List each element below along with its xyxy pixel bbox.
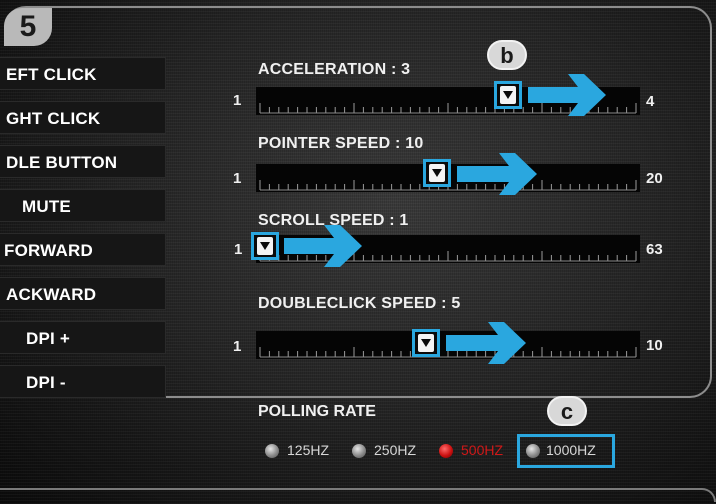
- arrow-right-icon: [457, 153, 537, 195]
- arrow-right-icon: [446, 322, 526, 364]
- button-left-click[interactable]: EFT CLICK: [0, 57, 166, 90]
- panel-frame-lower: [0, 488, 716, 502]
- radio-125hz[interactable]: [265, 444, 279, 458]
- acceleration-slider-thumb[interactable]: [494, 81, 522, 109]
- button-dpi-minus[interactable]: DPI -: [0, 365, 166, 398]
- doubleclick-speed-slider-thumb[interactable]: [412, 329, 440, 357]
- acceleration-max: 4: [646, 93, 655, 110]
- button-forward[interactable]: FORWARD: [0, 233, 166, 266]
- annotation-marker-b: b: [487, 40, 527, 70]
- button-backward[interactable]: ACKWARD: [0, 277, 166, 310]
- button-right-click[interactable]: GHT CLICK: [0, 101, 166, 134]
- pointer-speed-min: 1: [233, 170, 242, 187]
- doubleclick-speed-label: DOUBLECLICK SPEED : 5: [258, 295, 461, 312]
- doubleclick-speed-min: 1: [233, 338, 242, 355]
- pointer-speed-label: POINTER SPEED : 10: [258, 135, 424, 152]
- acceleration-label: ACCELERATION : 3: [258, 61, 411, 78]
- scroll-speed-max: 63: [646, 241, 663, 258]
- arrow-right-icon: [528, 74, 606, 116]
- radio-500hz-label: 500HZ: [461, 442, 504, 458]
- annotation-marker-c: c: [547, 396, 587, 426]
- radio-500hz[interactable]: [439, 444, 453, 458]
- radio-125hz-label: 125HZ: [287, 442, 330, 458]
- acceleration-min: 1: [233, 92, 242, 109]
- polling-rate-title: POLLING RATE: [258, 403, 376, 420]
- pointer-speed-max: 20: [646, 170, 663, 187]
- doubleclick-speed-max: 10: [646, 337, 663, 354]
- step-badge: 5: [4, 8, 52, 46]
- scroll-speed-min: 1: [234, 241, 243, 258]
- button-middle-button[interactable]: DLE BUTTON: [0, 145, 166, 178]
- radio-250hz[interactable]: [352, 444, 366, 458]
- mouse-settings-canvas: 5 EFT CLICK GHT CLICK DLE BUTTON MUTE FO…: [0, 0, 716, 504]
- radio-250hz-label: 250HZ: [374, 442, 417, 458]
- scroll-speed-slider-thumb[interactable]: [251, 232, 279, 260]
- arrow-right-icon: [284, 225, 362, 267]
- pointer-speed-slider-thumb[interactable]: [423, 159, 451, 187]
- button-dpi-plus[interactable]: DPI +: [0, 321, 166, 354]
- polling-rate-highlight: [517, 434, 615, 468]
- button-mute[interactable]: MUTE: [0, 189, 166, 222]
